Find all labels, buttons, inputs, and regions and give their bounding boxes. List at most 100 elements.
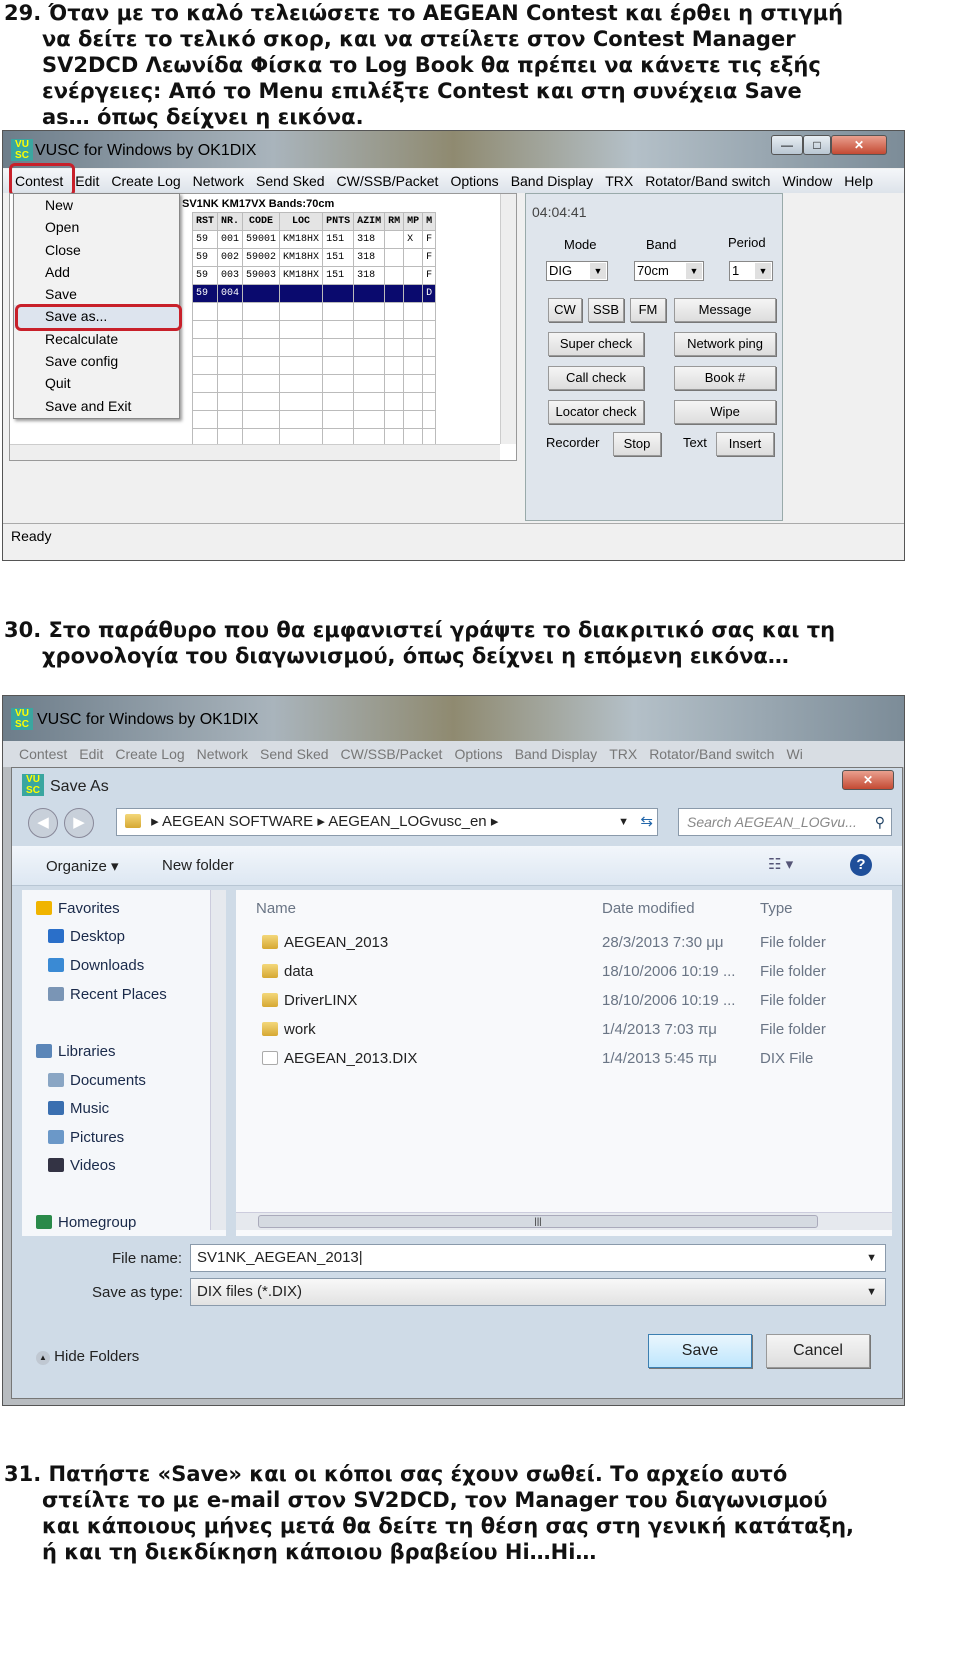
cw-button[interactable]: CW — [548, 298, 582, 322]
new-folder-button[interactable]: New folder — [162, 857, 234, 874]
column-header[interactable]: LOC — [279, 212, 324, 231]
menu-band-display[interactable]: Band Display — [509, 746, 604, 762]
menu-send-sked[interactable]: Send Sked — [250, 173, 331, 189]
address-bar[interactable]: ▸ AEGEAN SOFTWARE ▸ AEGEAN_LOGvusc_en ▸ … — [116, 808, 658, 836]
band-select[interactable]: 70cm ▼ — [634, 261, 704, 281]
nav-item-documents[interactable]: Documents — [48, 1070, 146, 1092]
column-header[interactable]: M — [422, 212, 437, 231]
empty-row[interactable] — [191, 356, 437, 375]
back-button[interactable]: ◀ — [28, 808, 58, 838]
nav-item-favorites[interactable]: Favorites — [36, 898, 120, 920]
vertical-scrollbar[interactable] — [500, 194, 516, 444]
menu-item-open[interactable]: Open — [14, 216, 179, 238]
menu-network[interactable]: Network — [187, 173, 250, 189]
close-button[interactable]: ✕ — [831, 135, 887, 155]
refresh-icon[interactable]: ⇆ — [640, 809, 653, 835]
table-row[interactable]: 59 001 59001 KM18HX 151 318 X F — [191, 230, 437, 249]
menu-rotator-band-switch[interactable]: Rotator/Band switch — [639, 173, 776, 189]
menu-network[interactable]: Network — [191, 746, 254, 762]
menu-item-close[interactable]: Close — [14, 239, 179, 261]
breadcrumb-item[interactable]: AEGEAN SOFTWARE — [162, 813, 313, 830]
nav-item-desktop[interactable]: Desktop — [48, 926, 125, 948]
network-ping-button[interactable]: Network ping — [674, 332, 776, 356]
file-row[interactable]: AEGEAN_2013.DIX 1/4/2013 5:45 πμ DIX File — [236, 1046, 892, 1072]
file-row[interactable]: DriverLINX 18/10/2006 10:19 ... File folde… — [236, 988, 892, 1014]
menu-options[interactable]: Options — [448, 746, 508, 762]
menu-item-quit[interactable]: Quit — [14, 372, 179, 394]
nav-item-recent-places[interactable]: Recent Places — [48, 984, 167, 1006]
empty-row[interactable] — [191, 338, 437, 357]
maximize-button[interactable]: □ — [803, 135, 831, 155]
menu-trx[interactable]: TRX — [599, 173, 639, 189]
file-row[interactable]: AEGEAN_2013 28/3/2013 7:30 μμ File folder — [236, 930, 892, 956]
super-check-button[interactable]: Super check — [548, 332, 644, 356]
table-row[interactable]: 59 004 D — [191, 284, 437, 303]
menu-edit[interactable]: Edit — [73, 746, 109, 762]
column-header[interactable]: RM — [384, 212, 405, 231]
menu-item-new[interactable]: New — [14, 194, 179, 216]
chevron-down-icon[interactable]: ▼ — [618, 809, 629, 835]
file-name-input[interactable]: SV1NK_AEGEAN_2013| ▼ — [190, 1244, 886, 1272]
horizontal-scrollbar[interactable]: ||| — [236, 1212, 892, 1230]
ssb-button[interactable]: SSB — [588, 298, 624, 322]
menu-item-add[interactable]: Add — [14, 261, 179, 283]
column-header-date[interactable]: Date modified — [602, 900, 695, 917]
menu-item-save[interactable]: Save — [14, 283, 179, 305]
menu-options[interactable]: Options — [444, 173, 504, 189]
column-header[interactable]: CODE — [242, 212, 281, 231]
empty-row[interactable] — [191, 410, 437, 429]
message-button[interactable]: Message — [674, 298, 776, 322]
menu-rotator-band-switch[interactable]: Rotator/Band switch — [643, 746, 780, 762]
organize-button[interactable]: Organize ▾ — [46, 857, 119, 875]
menu-item-recalculate[interactable]: Recalculate — [14, 328, 179, 350]
nav-item-videos[interactable]: Videos — [48, 1155, 116, 1177]
mode-select[interactable]: DIG ▼ — [546, 261, 608, 281]
book-button[interactable]: Book # — [674, 366, 776, 390]
close-button[interactable]: ✕ — [842, 770, 894, 790]
menu-cw-ssb-packet[interactable]: CW/SSB/Packet — [331, 173, 445, 189]
locator-check-button[interactable]: Locator check — [548, 400, 644, 424]
minimize-button[interactable]: — — [771, 135, 803, 155]
horizontal-scrollbar[interactable] — [10, 444, 500, 460]
file-row[interactable]: data 18/10/2006 10:19 ... File folder — [236, 959, 892, 985]
period-select[interactable]: 1 ▼ — [729, 261, 773, 281]
view-options-icon[interactable]: ☷ ▾ — [768, 855, 793, 873]
table-row[interactable]: 59 002 59002 KM18HX 151 318 F — [191, 248, 437, 267]
scrollbar-thumb[interactable]: ||| — [258, 1215, 818, 1228]
empty-row[interactable] — [191, 320, 437, 339]
save-type-select[interactable]: DIX files (*.DIX) ▼ — [190, 1278, 886, 1306]
nav-item-downloads[interactable]: Downloads — [48, 955, 144, 977]
menu-create-log[interactable]: Create Log — [105, 173, 186, 189]
nav-item-homegroup[interactable]: Homegroup — [36, 1212, 136, 1234]
empty-row[interactable] — [191, 374, 437, 393]
menu-window[interactable]: Window — [776, 173, 838, 189]
menu-contest[interactable]: Contest — [13, 746, 73, 762]
menu-help[interactable]: Help — [838, 173, 879, 189]
column-header[interactable]: AZIM — [353, 212, 386, 231]
menu-trx[interactable]: TRX — [603, 746, 643, 762]
column-header[interactable]: PNTS — [322, 212, 355, 231]
stop-button[interactable]: Stop — [613, 432, 661, 456]
menu-create-log[interactable]: Create Log — [109, 746, 190, 762]
forward-button[interactable]: ▶ — [64, 808, 94, 838]
empty-row[interactable] — [191, 392, 437, 411]
menu-item-save-config[interactable]: Save config — [14, 350, 179, 372]
search-input[interactable]: Search AEGEAN_LOGvu... ⚲ — [678, 808, 892, 836]
menu-band-display[interactable]: Band Display — [505, 173, 600, 189]
wipe-button[interactable]: Wipe — [674, 400, 776, 424]
column-header-name[interactable]: Name — [256, 900, 296, 917]
hide-folders-button[interactable]: ▲ Hide Folders — [36, 1348, 139, 1365]
help-icon[interactable]: ? — [850, 854, 872, 876]
save-button[interactable]: Save — [648, 1334, 752, 1368]
column-header[interactable]: NR. — [217, 212, 244, 231]
column-header-type[interactable]: Type — [760, 900, 793, 917]
table-row[interactable]: 59 003 59003 KM18HX 151 318 F — [191, 266, 437, 285]
insert-button[interactable]: Insert — [716, 432, 774, 456]
nav-item-libraries[interactable]: Libraries — [36, 1041, 116, 1063]
cancel-button[interactable]: Cancel — [766, 1334, 870, 1368]
file-row[interactable]: work 1/4/2013 7:03 πμ File folder — [236, 1017, 892, 1043]
empty-row[interactable] — [191, 302, 437, 321]
call-check-button[interactable]: Call check — [548, 366, 644, 390]
menu-send-sked[interactable]: Send Sked — [254, 746, 335, 762]
fm-button[interactable]: FM — [630, 298, 666, 322]
